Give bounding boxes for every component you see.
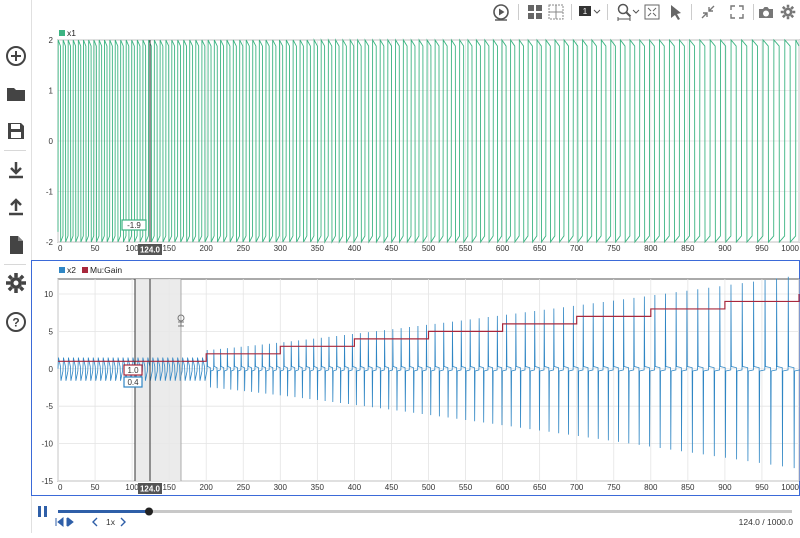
y-tick-label: -5 <box>46 402 54 411</box>
chevron-right-icon <box>120 517 126 527</box>
plot-2-cursor-x2-label: 0.4 <box>123 376 143 388</box>
plot-2-legend: x2 Mu:Gain <box>59 265 122 275</box>
x-tick-label: 900 <box>718 244 732 253</box>
x-tick-label: 400 <box>348 244 362 253</box>
x-tick-label: 100 <box>125 244 139 253</box>
legend-label-x2: x2 <box>67 265 76 275</box>
svg-text:1.0: 1.0 <box>127 366 139 375</box>
x-tick-label: 700 <box>570 483 584 492</box>
y-tick-label: 5 <box>49 327 54 336</box>
x-tick-label: 150 <box>162 483 176 492</box>
x-tick-label: 450 <box>385 483 399 492</box>
x-tick-label: 600 <box>496 244 510 253</box>
svg-text:124.0: 124.0 <box>140 246 161 255</box>
step-back-button[interactable] <box>55 516 74 528</box>
x-tick-label: 200 <box>200 244 214 253</box>
x-tick-label: 800 <box>644 244 658 253</box>
x-tick-label: 300 <box>274 244 288 253</box>
pause-button[interactable] <box>38 506 47 517</box>
x-tick-label: 550 <box>459 483 473 492</box>
y-tick-label: -10 <box>41 440 53 449</box>
x-tick-label: 650 <box>533 244 547 253</box>
x-tick-label: 500 <box>422 483 436 492</box>
speed-decrease-button[interactable] <box>92 517 98 527</box>
playback-bar: 1x 124.0 / 1000.0 <box>31 500 800 533</box>
x-tick-label: 450 <box>385 244 399 253</box>
legend-swatch-x1 <box>59 30 65 36</box>
plot-1-legend: x1 <box>59 28 76 38</box>
y-tick-label: 0 <box>49 365 54 374</box>
x-tick-label: 200 <box>200 483 214 492</box>
x-tick-label: 100 <box>125 483 139 492</box>
chevron-left-icon <box>92 517 98 527</box>
legend-swatch-mu-gain <box>82 267 88 273</box>
plot-1-cursor-time-label: 124.0 <box>138 244 162 255</box>
plots-canvas: 0 50 100 150 200 250 300 350 400 450 500 550 600 650 7… <box>41 28 800 494</box>
x-tick-label: 950 <box>755 483 769 492</box>
legend-label-x1: x1 <box>67 28 76 38</box>
x-tick-label: 0 <box>58 483 63 492</box>
x-tick-label: 300 <box>274 483 288 492</box>
x-tick-label: 150 <box>162 244 176 253</box>
x-tick-label: 250 <box>237 483 251 492</box>
svg-text:124.0: 124.0 <box>140 485 161 494</box>
plot-2-cursor-gain-label: 1.0 <box>123 364 143 376</box>
plot-2-cursor-time-label: 124.0 <box>138 483 162 494</box>
legend-swatch-x2 <box>59 267 65 273</box>
time-readout: 124.0 / 1000.0 <box>739 517 794 527</box>
svg-text:0.4: 0.4 <box>127 378 139 387</box>
y-tick-label: 2 <box>49 36 54 45</box>
speed-increase-button[interactable] <box>120 517 126 527</box>
x-tick-label: 50 <box>91 483 100 492</box>
x-tick-label: 1000 <box>781 244 799 253</box>
x-tick-label: 650 <box>533 483 547 492</box>
playback-speed: 1x <box>106 517 116 527</box>
y-tick-label: -2 <box>46 238 54 247</box>
x-tick-label: 950 <box>755 244 769 253</box>
plot-2[interactable]: 0 50 100 150 200 250 300 350 400 450 500 550 600 650 7… <box>41 265 800 494</box>
x-tick-label: 600 <box>496 483 510 492</box>
x-tick-label: 0 <box>58 244 63 253</box>
x-tick-label: 900 <box>718 483 732 492</box>
x-tick-label: 550 <box>459 244 473 253</box>
y-tick-label: -1 <box>46 188 54 197</box>
x-tick-label: 750 <box>607 244 621 253</box>
y-tick-label: 10 <box>44 290 53 299</box>
plot-1-cursor-value-label: -1.9 <box>121 219 147 231</box>
step-back-icon <box>55 516 64 528</box>
x-tick-label: 350 <box>311 244 325 253</box>
progress-handle[interactable] <box>145 507 153 516</box>
progress-track[interactable] <box>58 510 792 513</box>
x-tick-label: 850 <box>681 483 695 492</box>
y-tick-label: -15 <box>41 477 53 486</box>
x-tick-label: 1000 <box>781 483 799 492</box>
x-tick-label: 350 <box>311 483 325 492</box>
x-tick-label: 50 <box>91 244 100 253</box>
pause-icon <box>38 506 41 517</box>
x-tick-label: 500 <box>422 244 436 253</box>
y-tick-label: 1 <box>49 87 54 96</box>
x-tick-label: 850 <box>681 244 695 253</box>
plot-1[interactable]: 0 50 100 150 200 250 300 350 400 450 500 550 600 650 7… <box>46 28 800 255</box>
y-tick-label: 0 <box>49 137 54 146</box>
svg-text:-1.9: -1.9 <box>127 221 141 230</box>
legend-label-mu-gain: Mu:Gain <box>90 265 122 275</box>
progress-fill <box>58 510 149 513</box>
playback-controls: 1x 124.0 / 1000.0 <box>38 506 794 528</box>
x-tick-label: 400 <box>348 483 362 492</box>
x-tick-label: 250 <box>237 244 251 253</box>
x-tick-label: 800 <box>644 483 658 492</box>
x-tick-label: 750 <box>607 483 621 492</box>
x-tick-label: 700 <box>570 244 584 253</box>
